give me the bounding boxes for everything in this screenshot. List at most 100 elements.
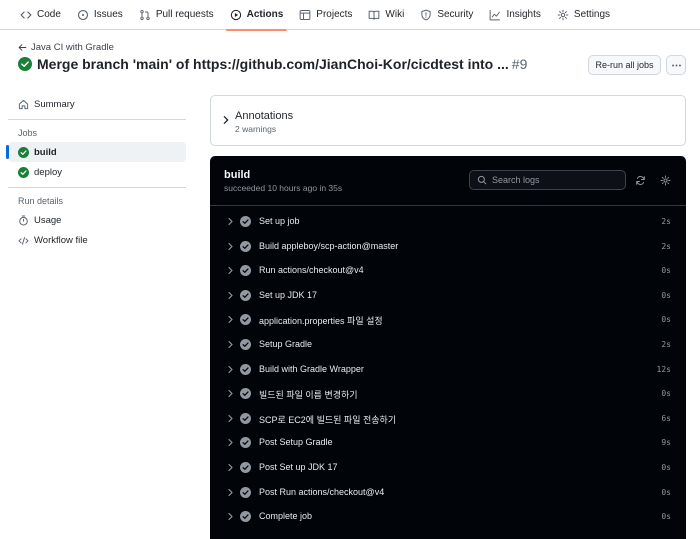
run-number: #9 [511, 56, 528, 72]
job-step[interactable]: Post Run actions/checkout@v4 0s [210, 480, 686, 505]
nav-issues-label: Issues [93, 9, 123, 20]
check-circle-fill-icon [240, 486, 251, 498]
refresh-logs-button[interactable] [633, 173, 647, 187]
check-circle-fill-icon [240, 289, 251, 301]
chevron-right-icon [228, 463, 233, 472]
check-circle-fill-icon [240, 338, 251, 350]
job-step-name: Build with Gradle Wrapper [259, 363, 364, 374]
sidebar-item-usage[interactable]: Usage [8, 210, 186, 230]
play-icon [230, 9, 242, 21]
chevron-right-icon [228, 365, 233, 373]
check-circle-fill-icon [240, 240, 251, 252]
job-step-name: Complete job [259, 511, 313, 522]
workflow-name: Java CI with Gradle [31, 42, 114, 53]
job-step-name: Post Set up JDK 17 [259, 461, 338, 472]
check-circle-fill-icon [240, 388, 251, 400]
nav-issues[interactable]: Issues [69, 0, 131, 30]
shield-icon [420, 9, 432, 21]
job-step-name: Post Run actions/checkout@v4 [259, 486, 385, 497]
nav-code[interactable]: Code [12, 0, 69, 30]
nav-actions-label: Actions [246, 9, 284, 20]
chevron-right-icon [228, 217, 233, 226]
run-sidebar: Summary Jobs build deploy Run details Us… [6, 94, 186, 250]
job-step-name: Set up job [259, 216, 300, 226]
sidebar-item-summary-label: Summary [34, 98, 75, 110]
nav-insights-label: Insights [506, 9, 541, 20]
chevron-right-icon [228, 267, 233, 275]
sidebar-item-job-build[interactable]: build [6, 142, 186, 162]
job-step[interactable]: Post Setup Gradle 9s [210, 430, 686, 455]
repo-nav: Code Issues Pull requests Actions Projec… [0, 0, 700, 31]
job-step-name: Run actions/checkout@v4 [259, 265, 364, 276]
sidebar-item-job-deploy[interactable]: deploy [8, 162, 186, 182]
job-step[interactable]: application.properties 파일 설정 0s [210, 307, 686, 332]
sidebar-divider [8, 119, 186, 120]
job-step-name: Set up JDK 17 [259, 289, 318, 300]
check-circle-fill-icon [240, 216, 251, 227]
chevron-right-icon [228, 291, 233, 299]
check-circle-fill-icon [18, 57, 32, 71]
job-step[interactable]: Build appleboy/scp-action@master 2s [210, 234, 686, 259]
nav-pull-requests[interactable]: Pull requests [131, 0, 222, 30]
chevron-right-icon [228, 488, 233, 496]
sidebar-item-summary[interactable]: Summary [8, 94, 186, 114]
chevron-right-icon [228, 316, 233, 324]
nav-security-label: Security [437, 9, 474, 20]
job-step[interactable]: Setup Gradle 2s [210, 332, 686, 357]
job-log-header: build succeeded 10 hours ago in 35s [210, 156, 686, 206]
nav-wiki-label: Wiki [385, 9, 405, 20]
gear-icon [660, 175, 670, 185]
check-circle-fill-icon [240, 265, 251, 277]
nav-insights[interactable]: Insights [481, 0, 548, 30]
check-circle-fill-icon [240, 412, 251, 424]
job-steps-list: Set up job 2s Build appleboy/scp-action@… [210, 209, 686, 529]
nav-settings[interactable]: Settings [549, 0, 618, 30]
check-circle-fill-icon [18, 166, 29, 178]
nav-projects[interactable]: Projects [291, 0, 360, 30]
nav-projects-label: Projects [316, 9, 353, 20]
check-circle-fill-icon [240, 437, 251, 449]
job-step-duration: 0s [661, 389, 671, 399]
nav-actions[interactable]: Actions [222, 0, 292, 31]
check-circle-fill-icon [240, 314, 251, 326]
back-to-workflow-link[interactable]: Java CI with Gradle [18, 42, 114, 53]
run-title-row: Merge branch 'main' of https://github.co… [18, 56, 527, 72]
log-search-input[interactable] [492, 175, 617, 185]
chevron-right-icon [228, 513, 233, 521]
job-step[interactable]: Set up JDK 17 0s [210, 283, 686, 308]
job-step-duration: 0s [661, 487, 671, 497]
job-step[interactable]: Build with Gradle Wrapper 12s [210, 357, 686, 382]
chevron-right-icon [223, 116, 229, 124]
nav-wiki[interactable]: Wiki [360, 0, 412, 30]
annotations-panel[interactable]: Annotations 2 warnings [210, 95, 686, 146]
sidebar-item-job-deploy-label: deploy [34, 166, 62, 178]
job-step-duration: 2s [661, 241, 671, 251]
sidebar-item-usage-label: Usage [34, 214, 62, 226]
rerun-all-jobs-button[interactable]: Re-run all jobs [588, 55, 661, 75]
job-step-name: SCP로 EC2에 빌드된 파일 전송하기 [259, 414, 397, 425]
more-options-button[interactable] [666, 55, 686, 75]
nav-security[interactable]: Security [412, 0, 481, 30]
nav-code-label: Code [37, 9, 61, 20]
job-step-duration: 9s [661, 438, 671, 448]
job-status-meta: succeeded 10 hours ago in 35s [224, 183, 343, 193]
job-step[interactable]: SCP로 EC2에 빌드된 파일 전송하기 6s [210, 406, 686, 431]
check-circle-fill-icon [240, 363, 251, 375]
gear-icon [557, 9, 569, 21]
job-step[interactable]: Run actions/checkout@v4 0s [210, 258, 686, 283]
job-step-duration: 0s [661, 290, 671, 300]
pull-request-icon [139, 9, 151, 21]
job-step[interactable]: Complete job 0s [210, 504, 686, 529]
job-step-duration: 0s [661, 512, 671, 522]
search-icon [477, 175, 487, 185]
log-search-box[interactable] [469, 170, 626, 190]
check-circle-fill-icon [240, 511, 251, 523]
sidebar-item-workflow-file[interactable]: Workflow file [8, 230, 186, 250]
job-step-name: Build appleboy/scp-action@master [259, 240, 399, 251]
book-icon [368, 9, 380, 21]
job-step-duration: 0s [661, 462, 671, 472]
job-step[interactable]: Post Set up JDK 17 0s [210, 455, 686, 480]
job-step[interactable]: Set up job 2s [210, 209, 686, 234]
log-settings-button[interactable] [658, 173, 672, 187]
job-step[interactable]: 빌드된 파일 이름 변경하기 0s [210, 381, 686, 406]
